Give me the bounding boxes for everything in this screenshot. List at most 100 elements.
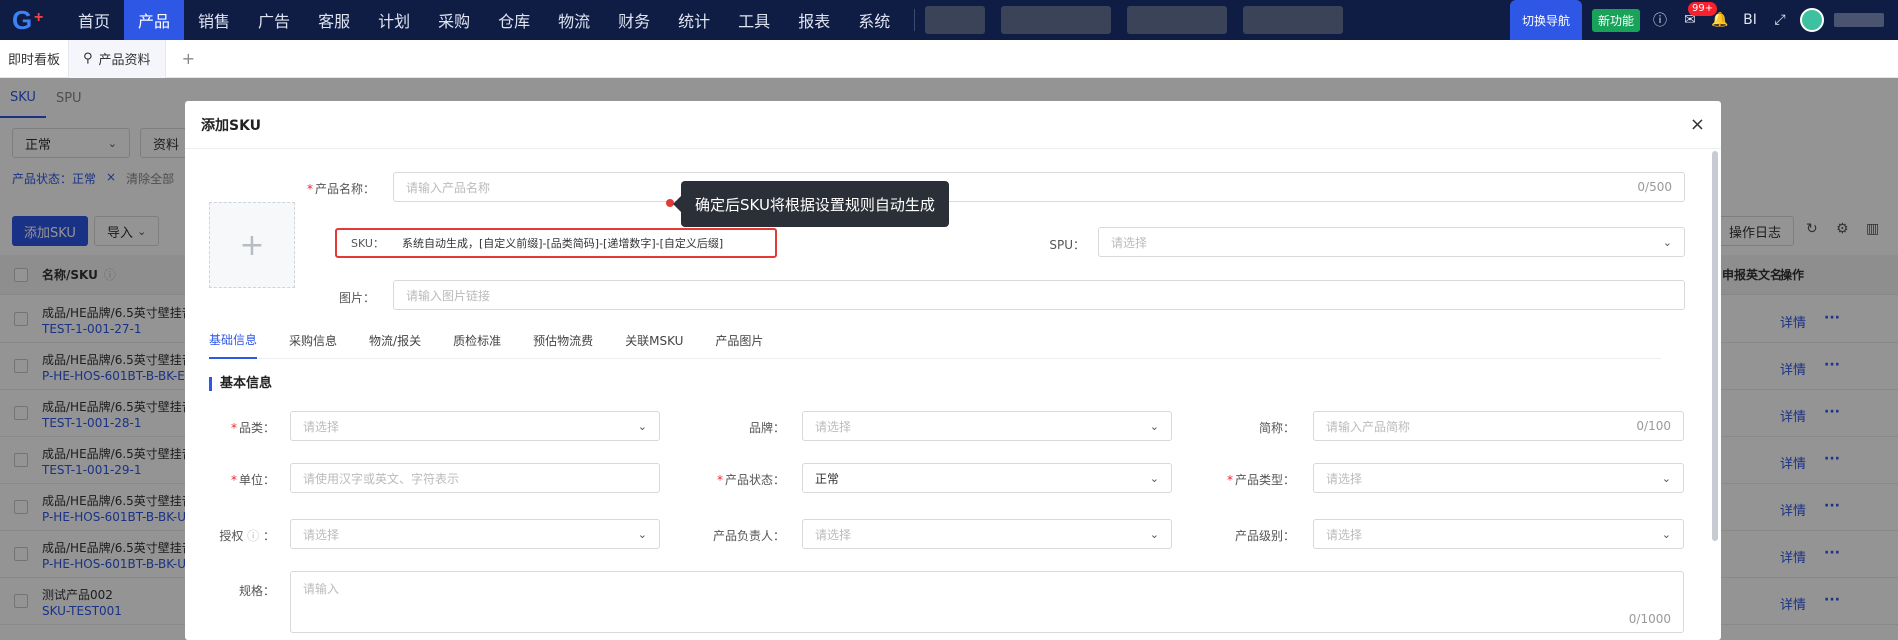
message-icon[interactable]: ✉ 99+ [1680,2,1718,28]
spec-textarea[interactable]: 请输入 0/1000 [290,571,1684,633]
switch-nav-button[interactable]: 切换导航 [1509,0,1582,40]
spec-placeholder: 请输入 [303,582,340,596]
owner-select[interactable]: 请选择 ⌄ [802,519,1172,549]
category-select[interactable]: 请选择 ⌄ [290,411,660,441]
product-name-count: 0/500 [1637,180,1672,194]
chevron-down-icon: ⌄ [1661,527,1671,541]
chevron-down-icon: ⌄ [637,527,647,541]
product-type-placeholder: 请选择 [1326,471,1363,486]
category-label: * 品类： [230,421,275,435]
sku-auto-field: SKU： 系统自动生成，[自定义前缀]-[品类简码]-[递增数字]-[自定义后缀… [335,228,777,258]
product-status-select[interactable]: 正常 ⌄ [802,463,1172,493]
product-name-placeholder: 请输入产品名称 [406,180,491,195]
top-nav: G + 首页 产品 销售 广告 客服 计划 采购 仓库 物流 财务 统计 工具 报表 系统 切换导航 新功能… [0,0,1898,40]
image-link-placeholder: 请输入图片链接 [406,288,491,303]
section-title: 基本信息 [209,377,272,391]
spu-label: SPU： [1049,238,1085,252]
spu-select[interactable]: 请选择 ⌄ [1098,227,1685,257]
bell-icon[interactable]: 🔔 [1710,12,1730,28]
nav-item[interactable]: 系统 [844,0,904,40]
short-name-input[interactable]: 请输入产品简称 0/100 [1313,411,1684,441]
level-placeholder: 请选择 [1326,527,1363,542]
modal-tab[interactable]: 质检标准 [437,321,517,359]
chevron-down-icon: ⌄ [637,419,647,433]
modal-tab[interactable]: 预估物流费 [517,321,609,359]
bi-link[interactable]: BI [1740,12,1760,28]
help-icon[interactable]: ⓘ [1650,10,1670,30]
nav-item[interactable]: 仓库 [484,0,544,40]
modal-title: 添加SKU [201,117,262,134]
level-label: 产品级别： [1234,529,1295,543]
spec-label: 规格： [238,584,275,598]
pin-icon[interactable]: ⚲ [83,51,93,66]
image-link-input[interactable]: 请输入图片链接 [393,280,1685,310]
sku-auto-value: 系统自动生成，[自定义前缀]-[品类简码]-[递增数字]-[自定义后缀] [401,237,724,250]
chevron-down-icon: ⌄ [1149,471,1159,485]
page-tabs-bar: 即时看板 ⚲ 产品资料 + [0,39,1898,78]
authorization-select[interactable]: 请选择 ⌄ [290,519,660,549]
nav-item[interactable]: 统计 [664,0,724,40]
image-label: 图片： [338,291,375,305]
nav-item[interactable]: 销售 [184,0,244,40]
nav-item[interactable]: 计划 [364,0,424,40]
close-icon[interactable]: × [1690,114,1705,135]
svg-text:+: + [34,9,43,26]
redacted-block [1243,6,1344,34]
short-name-placeholder: 请输入产品简称 [1326,419,1411,434]
nav-item[interactable]: 物流 [544,0,604,40]
short-name-count: 0/100 [1636,419,1671,433]
redacted-block [1001,6,1112,34]
svg-text:G: G [12,6,32,34]
modal-tab[interactable]: 基础信息 [209,321,258,359]
username-redacted[interactable] [1834,13,1884,27]
help-icon: ⓘ [247,529,260,543]
nav-separator [914,9,916,31]
nav-item[interactable]: 广告 [244,0,304,40]
avatar[interactable] [1800,8,1824,32]
status-label: * 产品状态： [716,473,785,487]
nav-item[interactable]: 工具 [724,0,784,40]
authorization-label: 授权 ⓘ ： [219,529,275,543]
short-name-label: 简称： [1258,421,1295,435]
sku-rule-tooltip: 确定后SKU将根据设置规则自动生成 [673,181,949,227]
category-placeholder: 请选择 [303,419,340,434]
image-upload[interactable]: + [209,202,295,288]
unit-label: * 单位： [230,473,275,487]
nav-item[interactable]: 首页 [64,0,124,40]
tab-dashboard[interactable]: 即时看板 [0,40,68,78]
tab-product-info-label: 产品资料 [98,53,151,68]
unit-input[interactable]: 请使用汉字或英文、字符表示 [290,463,660,493]
brand-select[interactable]: 请选择 ⌄ [802,411,1172,441]
product-status-value: 正常 [815,471,840,486]
nav-item[interactable]: 采购 [424,0,484,40]
sku-label: SKU： [351,237,384,250]
level-select[interactable]: 请选择 ⌄ [1313,519,1684,549]
modal-tab[interactable]: 产品图片 [699,321,779,359]
spu-placeholder: 请选择 [1111,235,1148,250]
chevron-down-icon: ⌄ [1149,419,1159,433]
nav-item[interactable]: 产品 [124,0,185,40]
modal-tabs: 基础信息 采购信息 物流/报关 质检标准 预估物流费 关联MSKU 产品图片 [209,321,1661,359]
product-name-label: * 产品名称： [306,182,375,196]
nav-item[interactable]: 财务 [604,0,664,40]
brand-label: 品牌： [748,421,785,435]
fullscreen-icon[interactable]: ⤢ [1770,12,1790,28]
owner-label: 产品负责人： [712,529,785,543]
product-name-input[interactable]: 请输入产品名称 0/500 [393,172,1685,202]
nav-item[interactable]: 客服 [304,0,364,40]
plus-icon: + [239,227,265,263]
brand-placeholder: 请选择 [815,419,852,434]
nav-right: 切换导航 新功能 ⓘ ✉ 99+ 🔔 BI ⤢ [1509,0,1898,40]
redacted-block [925,6,986,34]
modal-scrollbar[interactable] [1712,151,1718,541]
modal-tab[interactable]: 物流/报关 [353,321,437,359]
nav-item[interactable]: 报表 [784,0,844,40]
tab-product-info[interactable]: ⚲ 产品资料 [68,39,166,78]
product-type-select[interactable]: 请选择 ⌄ [1313,463,1684,493]
new-feature-button[interactable]: 新功能 [1591,8,1640,32]
modal-tab[interactable]: 关联MSKU [609,321,699,359]
app-logo[interactable]: G + [0,0,64,40]
modal-tab[interactable]: 采购信息 [273,321,353,359]
unit-placeholder: 请使用汉字或英文、字符表示 [303,471,460,486]
add-tab-button[interactable]: + [182,49,195,68]
